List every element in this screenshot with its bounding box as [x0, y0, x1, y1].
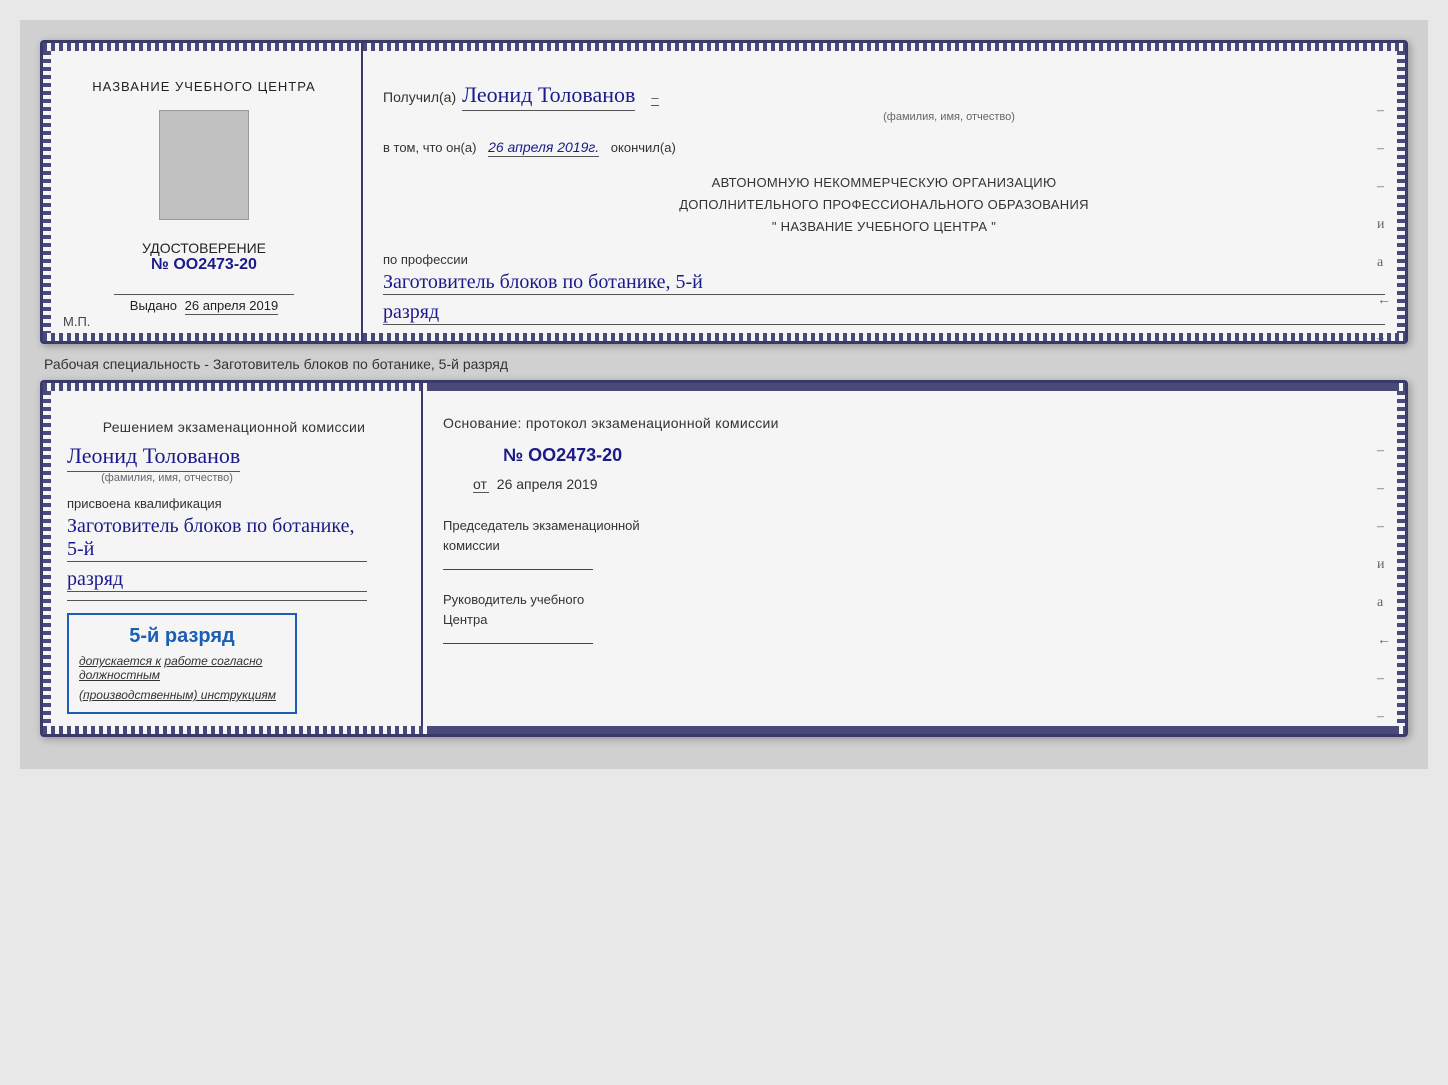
chair-label: Председатель экзаменационной комиссии [443, 516, 1385, 555]
stamp-text2: (производственным) инструкциям [79, 688, 285, 702]
chair-signature-line [443, 569, 593, 570]
head-label1: Руководитель учебного [443, 592, 584, 607]
date-prefix: от [473, 476, 489, 493]
right-dashes: – – – и а ← – – – – [1377, 103, 1391, 344]
bottom-bar-doc2-left [51, 726, 413, 734]
qualification-label: присвоена квалификация [67, 496, 222, 511]
head-label2: Центра [443, 612, 487, 627]
document-card-2: Решением экзаменационной комиссии Леонид… [40, 380, 1408, 737]
stamp-text2-italic: (производственным) инструкциям [79, 688, 276, 702]
doc2-razryad-value: разряд [67, 568, 367, 592]
confirmed-suffix: окончил(а) [611, 140, 676, 155]
stamp-rank: 5-й разряд [79, 625, 285, 648]
doc2-recipient-sublabel: (фамилия, имя, отчество) [67, 472, 267, 484]
org-line2: ДОПОЛНИТЕЛЬНОГО ПРОФЕССИОНАЛЬНОГО ОБРАЗО… [383, 194, 1385, 216]
confirmed-prefix: в том, что он(а) [383, 140, 476, 155]
mp-label: М.П. [63, 314, 90, 329]
stamp-box: 5-й разряд допускается к работе согласно… [67, 613, 297, 714]
top-bar-decoration [51, 43, 353, 51]
org-line3: " НАЗВАНИЕ УЧЕБНОГО ЦЕНТРА " [383, 216, 1385, 238]
cert-number: № OO2473-20 [142, 256, 266, 274]
stamp-text: допускается к работе согласно должностны… [79, 654, 285, 682]
between-text: Рабочая специальность - Заготовитель бло… [44, 356, 1404, 372]
date-value: 26 апреля 2019 [497, 476, 598, 492]
cert-number-prefix: № [151, 256, 169, 273]
top-bar-right [371, 43, 1397, 51]
stamp-prefix: допускается к [79, 654, 161, 668]
recipient-prefix: Получил(а) [383, 89, 456, 105]
doc2-right-panel: Основание: протокол экзаменационной коми… [423, 383, 1405, 734]
profession-label: по профессии [383, 252, 1385, 267]
page-container: НАЗВАНИЕ УЧЕБНОГО ЦЕНТРА УДОСТОВЕРЕНИЕ №… [20, 20, 1428, 769]
chair-label1: Председатель экзаменационной [443, 518, 640, 533]
doc2-left-panel: Решением экзаменационной комиссии Леонид… [43, 383, 423, 734]
razryad-value: разряд [383, 301, 1385, 325]
top-bar-doc2 [51, 383, 413, 391]
cert-label: УДОСТОВЕРЕНИЕ [142, 240, 266, 256]
document-card-1: НАЗВАНИЕ УЧЕБНОГО ЦЕНТРА УДОСТОВЕРЕНИЕ №… [40, 40, 1408, 344]
bottom-bar-right [371, 333, 1397, 341]
org-block: АВТОНОМНУЮ НЕКОММЕРЧЕСКУЮ ОРГАНИЗАЦИЮ ДО… [383, 172, 1385, 238]
doc2-qualification-value: Заготовитель блоков по ботанике, 5-й [67, 515, 367, 562]
basis-label: Основание: протокол экзаменационной коми… [443, 415, 1385, 431]
decision-text: Решением экзаменационной комиссии [67, 419, 401, 435]
org-line1: АВТОНОМНУЮ НЕКОММЕРЧЕСКУЮ ОРГАНИЗАЦИЮ [383, 172, 1385, 194]
doc1-right-panel: Получил(а) Леонид Толованов – (фамилия, … [363, 43, 1405, 341]
bottom-bar-doc2-right [431, 726, 1397, 734]
doc1-school-name: НАЗВАНИЕ УЧЕБНОГО ЦЕНТРА [92, 79, 315, 94]
profession-value: Заготовитель блоков по ботанике, 5-й [383, 271, 1385, 295]
issued-date: 26 апреля 2019 [185, 298, 279, 315]
head-signature-line [443, 643, 593, 644]
confirmed-line: в том, что он(а) 26 апреля 2019г. окончи… [383, 137, 1385, 158]
cert-number-value: OO2473-20 [173, 256, 257, 273]
protocol-prefix: № [503, 445, 523, 465]
doc2-recipient-name: Леонид Толованов [67, 443, 240, 472]
recipient-name: Леонид Толованов [462, 82, 635, 111]
issued-line: Выдано 26 апреля 2019 [130, 298, 278, 321]
right-dashes-doc2: – – – и а ← – – – – [1377, 443, 1391, 737]
recipient-sublabel: (фамилия, имя, отчество) [513, 111, 1385, 123]
chair-label2: комиссии [443, 538, 500, 553]
top-bar-doc2-right [431, 383, 1397, 391]
profession-block: по профессии Заготовитель блоков по бота… [383, 252, 1385, 325]
doc1-left-panel: НАЗВАНИЕ УЧЕБНОГО ЦЕНТРА УДОСТОВЕРЕНИЕ №… [43, 43, 363, 341]
confirmed-date: 26 апреля 2019г. [488, 139, 599, 157]
issued-prefix: Выдано [130, 298, 177, 313]
date-line: от 26 апреля 2019 [473, 476, 1385, 492]
head-label: Руководитель учебного Центра [443, 590, 1385, 629]
bottom-bar-decoration [51, 333, 353, 341]
protocol-number: № OO2473-20 [503, 445, 1385, 466]
protocol-number-value: OO2473-20 [528, 445, 622, 465]
photo-placeholder [159, 110, 249, 220]
